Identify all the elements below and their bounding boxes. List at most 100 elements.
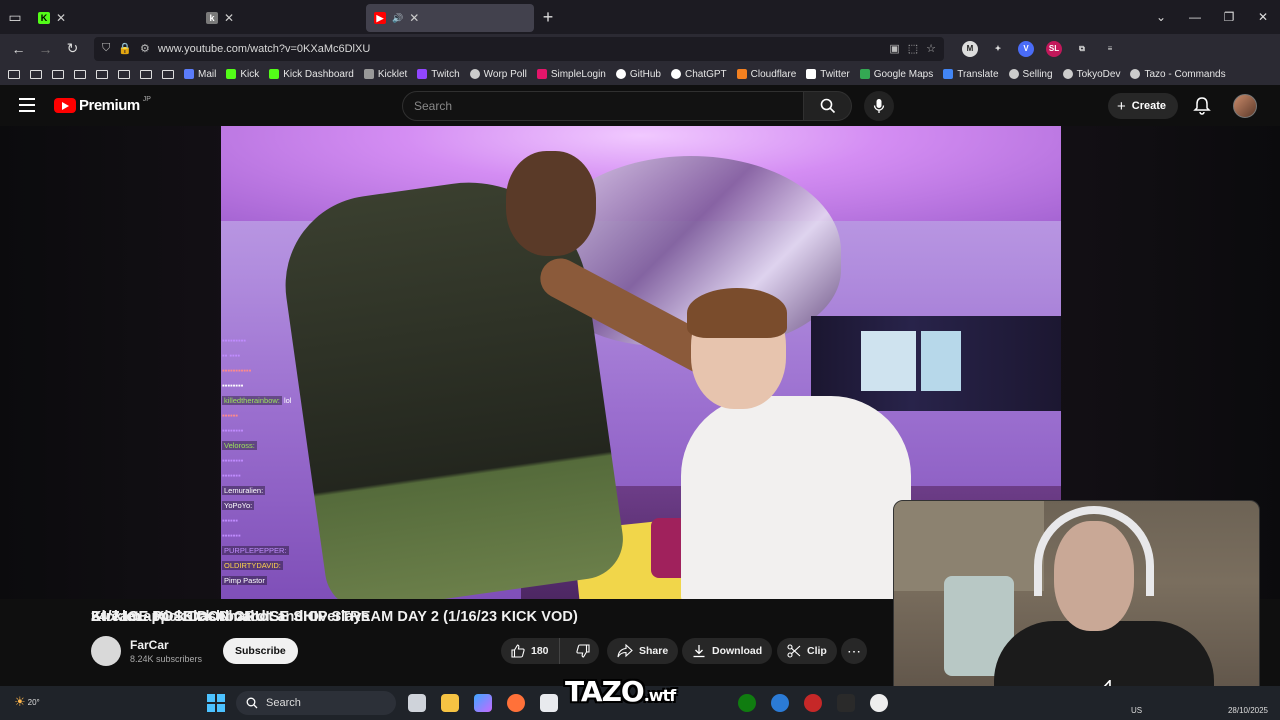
folder-icon[interactable] [140, 69, 152, 79]
firefox-icon[interactable] [507, 694, 525, 712]
scissors-icon [787, 644, 801, 658]
mail-icon [184, 69, 194, 79]
kicklet-icon [363, 69, 374, 79]
more-actions-icon[interactable]: ⋯ [841, 638, 867, 664]
kick-icon: K [38, 12, 50, 24]
close-window-icon[interactable]: ✕ [1246, 10, 1280, 24]
bookmark-google-maps[interactable]: Google Maps [859, 69, 933, 80]
permissions-icon[interactable]: ⚙ [140, 42, 150, 55]
url-text[interactable]: www.youtube.com/watch?v=0KXaMc6DlXU [158, 43, 881, 55]
bookmark-kicklet[interactable]: Kicklet [363, 69, 407, 80]
back-icon[interactable]: ← [5, 41, 32, 57]
download-button[interactable]: Download [682, 638, 773, 664]
bookmark-kick[interactable]: Kick [226, 69, 259, 80]
github-icon [615, 69, 626, 79]
folder-icon[interactable] [8, 69, 20, 79]
chevron-down-icon[interactable]: ⌄ [1144, 10, 1178, 24]
file-explorer-icon[interactable] [441, 694, 459, 712]
bookmark-tokyodev[interactable]: TokyoDev [1062, 69, 1120, 80]
folder-icon[interactable] [118, 69, 130, 79]
bookmark-mail[interactable]: Mail [184, 69, 216, 80]
chat-message: Veloross: [222, 441, 257, 450]
bookmark-selling[interactable]: Selling [1008, 69, 1053, 80]
like-button[interactable]: 180 [501, 638, 560, 664]
red-app-icon[interactable] [804, 694, 822, 712]
hamburger-menu-icon[interactable] [19, 98, 35, 112]
search-input[interactable]: Search [402, 91, 804, 121]
task-view-icon[interactable] [408, 694, 426, 712]
keyboard-language[interactable]: US [1131, 706, 1142, 715]
browser-nav-bar: ← → ↻ ⛉ 🔒 ⚙ www.youtube.com/watch?v=0KXa… [0, 34, 1280, 63]
download-label: Download [712, 645, 763, 657]
restore-icon[interactable]: ❐ [1212, 10, 1246, 24]
xbox-icon[interactable] [738, 694, 756, 712]
chrome-icon[interactable] [870, 694, 888, 712]
folder-icon[interactable] [162, 69, 174, 79]
url-bar[interactable]: ⛉ 🔒 ⚙ www.youtube.com/watch?v=0KXaMc6DlX… [94, 36, 944, 61]
bookmark-star-icon[interactable]: ☆ [926, 42, 936, 55]
copilot-icon[interactable] [474, 694, 492, 712]
store-icon[interactable] [540, 694, 558, 712]
forward-icon[interactable]: → [32, 41, 59, 57]
bookmark-simplelogin[interactable]: SimpleLogin [536, 69, 606, 80]
clip-button[interactable]: Clip [777, 638, 837, 664]
bluetooth-app-icon[interactable] [771, 694, 789, 712]
voice-search-button[interactable] [864, 91, 894, 121]
channel-avatar[interactable] [91, 636, 121, 666]
bookmark-tazo-commands[interactable]: Tazo - Commands [1130, 69, 1226, 80]
folder-icon[interactable] [52, 69, 64, 79]
system-tray-clock[interactable]: 28/10/2025 [1228, 690, 1268, 717]
create-button[interactable]: + Create [1108, 93, 1179, 119]
notifications-bell-icon[interactable] [1193, 96, 1211, 116]
save-page-icon[interactable]: ⬚ [908, 42, 918, 55]
tab-list-icon[interactable]: ▭ [0, 0, 30, 34]
user-avatar[interactable] [1233, 94, 1257, 118]
reload-icon[interactable]: ↻ [59, 40, 86, 57]
bookmark-translate[interactable]: Translate [943, 69, 999, 80]
taskbar-search[interactable]: Search [236, 691, 396, 715]
browser-tab-active[interactable]: ▶ 🔊 24/7 ICE POSEIDON CRUISE SHIP ✕ [91, 4, 534, 625]
folder-icon[interactable] [74, 69, 86, 79]
start-button[interactable] [207, 694, 225, 712]
shield-icon[interactable]: ⛉ [102, 42, 110, 55]
youtube-header: Premium JP Search + Create [0, 86, 1280, 126]
extension-m-icon[interactable]: M [962, 40, 978, 57]
video-title: 24/7 ICE POSEIDON CRUISE SHIP STREAM DAY… [91, 609, 578, 625]
simplelogin-icon[interactable]: SL [1046, 40, 1062, 57]
dislike-button[interactable] [566, 644, 600, 658]
weather-widget[interactable]: ☀ 20° [14, 694, 40, 710]
close-tab-icon[interactable]: ✕ [224, 11, 234, 25]
bookmark-worp-poll[interactable]: Worp Poll [469, 69, 527, 80]
bookmark-twitch[interactable]: Twitch [417, 69, 460, 80]
close-tab-icon[interactable]: ✕ [409, 11, 419, 25]
puzzle-icon[interactable]: ✦ [990, 41, 1006, 57]
youtube-logo[interactable]: Premium JP [54, 96, 151, 114]
new-tab-icon[interactable]: + [534, 7, 562, 28]
browser-tab[interactable]: K Stream - Kick Dashboard ✕ [30, 4, 266, 625]
channel-name[interactable]: FarCar [130, 638, 169, 652]
extensions-icon[interactable]: ⧉ [1074, 41, 1090, 57]
vpn-shield-icon[interactable]: V [1018, 40, 1034, 57]
share-button[interactable]: Share [607, 638, 679, 664]
bookmark-twitter[interactable]: Twitter [806, 69, 850, 80]
taskbar-apps-right [738, 694, 888, 712]
bookmark-kick-dashboard[interactable]: Kick Dashboard [269, 69, 354, 80]
download-icon [693, 645, 705, 658]
bookmark-chatgpt[interactable]: ChatGPT [670, 69, 727, 80]
folder-icon[interactable] [96, 69, 108, 79]
subscribe-button[interactable]: Subscribe [223, 638, 298, 664]
chat-message: Lemuralien: [222, 486, 266, 495]
pip-icon[interactable]: ▣ [889, 42, 899, 55]
browser-tab[interactable]: k Kicklet.app - Kick Chatbot and Overlay… [91, 4, 370, 625]
folder-icon[interactable] [30, 69, 42, 79]
search-button[interactable] [804, 91, 852, 121]
bookmark-github[interactable]: GitHub [615, 69, 661, 80]
minimize-icon[interactable]: — [1178, 10, 1212, 24]
close-tab-icon[interactable]: ✕ [56, 11, 66, 25]
bookmark-cloudflare[interactable]: Cloudflare [736, 69, 796, 80]
lock-icon[interactable]: 🔒 [118, 42, 132, 55]
menu-icon[interactable]: ≡ [1102, 41, 1118, 57]
chat-message: YoPoYo: [222, 501, 255, 510]
audio-playing-icon[interactable]: 🔊 [392, 13, 403, 24]
epic-games-icon[interactable] [837, 694, 855, 712]
